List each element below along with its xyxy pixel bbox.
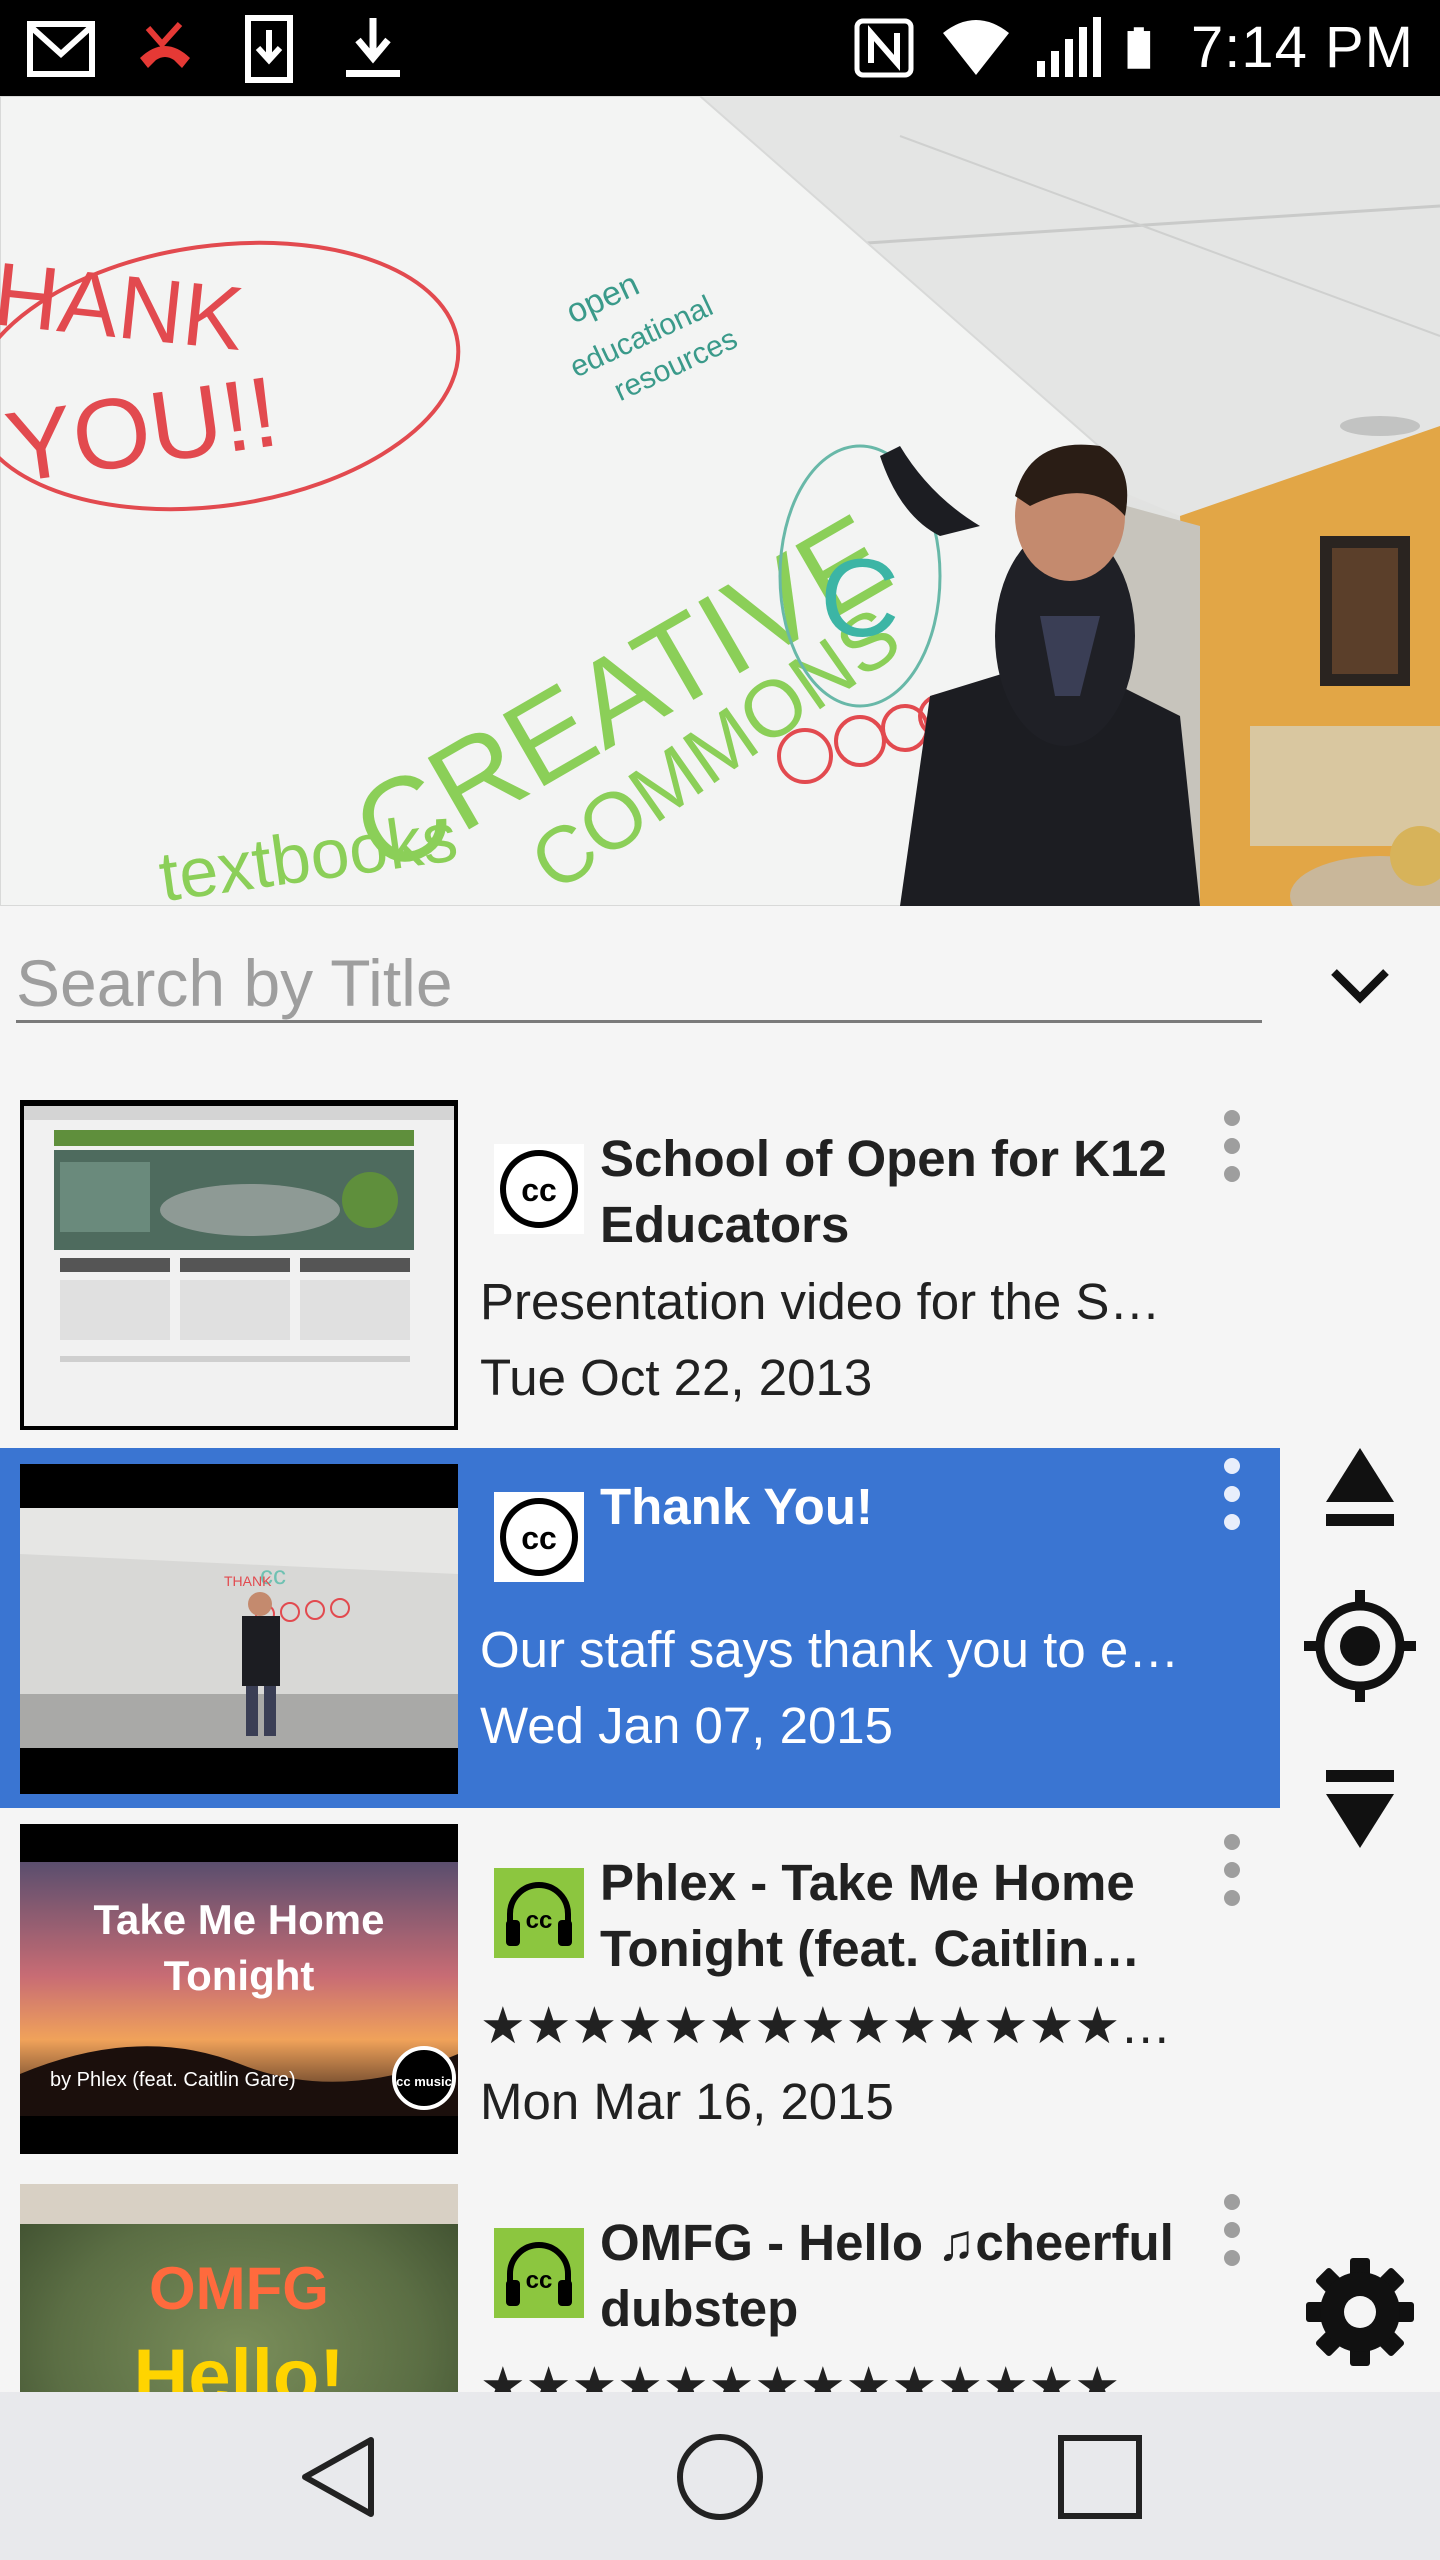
svg-text:C: C	[820, 537, 899, 660]
cc-icon: cc	[494, 1492, 584, 1582]
video-date: Tue Oct 22, 2013	[480, 1349, 873, 1406]
locate-icon[interactable]	[1300, 1586, 1420, 1706]
cc-music-icon: cc	[494, 1868, 584, 1958]
video-description: Presentation video for the School of Ope…	[480, 1273, 1180, 1330]
wifi-icon	[943, 20, 1009, 75]
download-icon	[346, 18, 400, 77]
svg-text:cc: cc	[526, 2267, 553, 2294]
more-options-icon[interactable]	[1208, 1826, 1256, 1916]
list-item-selected[interactable]: cc THANK cc Thank You! Our staff says th…	[0, 1448, 1280, 1808]
video-description: Our staff says thank you to everyone	[480, 1621, 1180, 1678]
thumb-title-line1: OMFG	[149, 2255, 329, 2322]
status-time: 7:14 PM	[1191, 15, 1414, 80]
video-thumbnail	[20, 1100, 458, 1430]
video-title: Thank You!	[600, 1478, 873, 1535]
video-date: Mon Mar 16, 2015	[480, 2073, 894, 2130]
nfc-icon	[854, 18, 914, 78]
thumb-title-line2: Tonight	[164, 1952, 315, 1999]
thumb-byline: by Phlex (feat. Caitlin Gare)	[50, 2069, 296, 2091]
thumb-title-line2: Hello!	[133, 2334, 344, 2392]
svg-text:THANK: THANK	[224, 1573, 272, 1589]
more-options-icon[interactable]	[1208, 2186, 1256, 2276]
battery-icon	[1127, 27, 1151, 69]
gmail-icon	[27, 21, 95, 77]
download-box-icon	[245, 15, 293, 83]
video-rating: ★★★★★★★★★★★★★★★★★★★★★★★	[480, 2357, 1180, 2392]
thumb-cc-music-badge: cc music	[396, 2074, 452, 2089]
list-item[interactable]: OMFG Hello! cc OMFG - Hello ♫cheerful du…	[0, 2184, 1280, 2392]
svg-text:cc: cc	[521, 1172, 557, 1208]
video-thumbnail: OMFG Hello!	[20, 2184, 458, 2392]
recents-icon[interactable]	[1045, 2422, 1155, 2532]
cc-icon: cc	[494, 1144, 584, 1234]
video-player[interactable]: HANK YOU!! CREATIVE COMMONS open educati…	[0, 96, 1440, 906]
home-icon[interactable]	[665, 2422, 775, 2532]
eject-icon[interactable]	[1300, 1430, 1420, 1550]
back-icon[interactable]	[285, 2422, 395, 2532]
video-title: OMFG - Hello ♫cheerful dubstep	[600, 2214, 1174, 2337]
search-input[interactable]	[16, 946, 1262, 1023]
video-frame: HANK YOU!! CREATIVE COMMONS open educati…	[0, 96, 1440, 906]
more-options-icon[interactable]	[1208, 1102, 1256, 1192]
svg-text:cc: cc	[526, 1907, 553, 1934]
video-date: Wed Jan 07, 2015	[480, 1697, 894, 1754]
video-rating: ★★★★★★★★★★★★★★★★★★★★★★★	[480, 1997, 1180, 2054]
video-list: cc School of Open for K12 Educators Pres…	[0, 1100, 1280, 2392]
list-item[interactable]: Take Me Home Tonight by Phlex (feat. Cai…	[0, 1824, 1280, 2184]
svg-text:cc: cc	[521, 1520, 557, 1556]
video-title: Phlex - Take Me Home Tonight (feat. Cait…	[600, 1854, 1135, 1977]
settings-icon[interactable]	[1300, 2252, 1420, 2372]
video-thumbnail: cc THANK	[20, 1464, 458, 1794]
collapse-icon[interactable]	[1320, 946, 1400, 1026]
missed-call-icon	[140, 21, 190, 68]
cc-music-icon: cc	[494, 2228, 584, 2318]
search-bar	[0, 906, 1440, 1056]
signal-icon	[1037, 17, 1101, 77]
video-thumbnail: Take Me Home Tonight by Phlex (feat. Cai…	[20, 1824, 458, 2154]
more-options-icon[interactable]	[1208, 1450, 1256, 1540]
list-item[interactable]: cc School of Open for K12 Educators Pres…	[0, 1100, 1280, 1460]
thumb-title-line1: Take Me Home	[94, 1896, 385, 1943]
scroll-bottom-icon[interactable]	[1300, 1748, 1420, 1868]
video-title: School of Open for K12 Educators	[600, 1130, 1167, 1253]
status-bar: 7:14 PM	[0, 0, 1440, 96]
navigation-bar	[0, 2392, 1440, 2560]
